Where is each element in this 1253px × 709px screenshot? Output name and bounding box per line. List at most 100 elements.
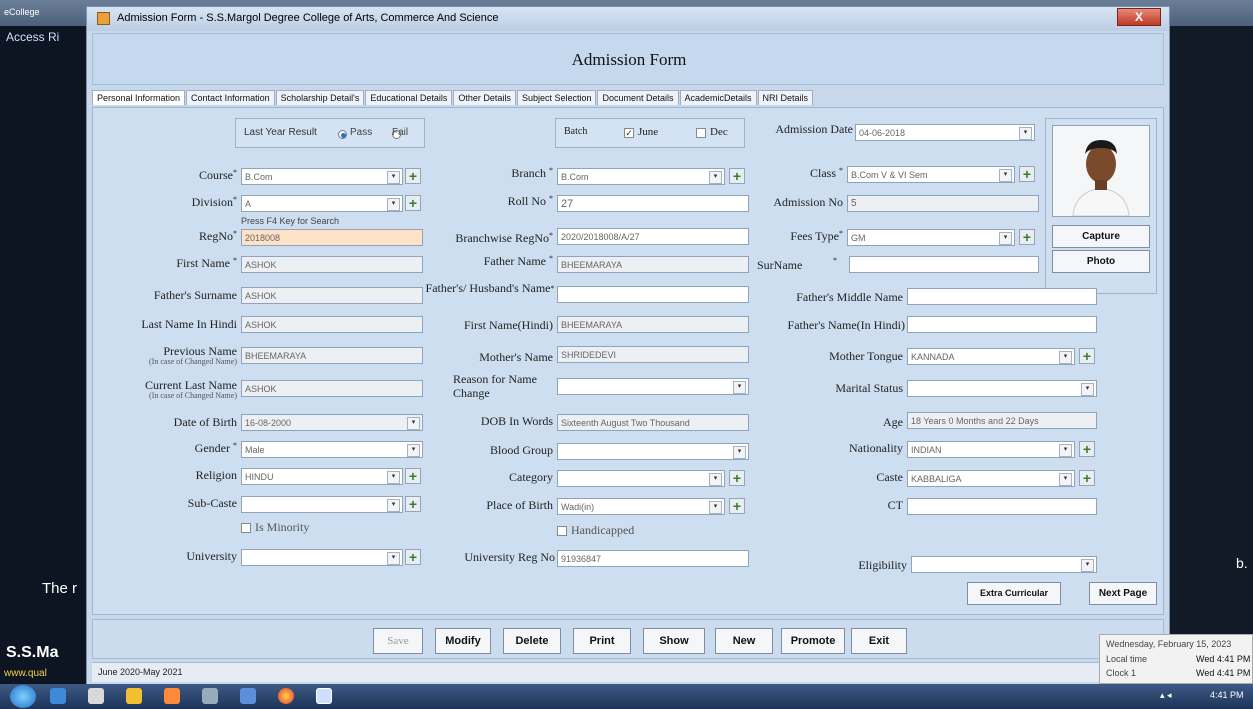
start-button-icon[interactable] [10, 685, 36, 708]
age-input[interactable]: 18 Years 0 Months and 22 Days [907, 412, 1097, 429]
add-university-icon[interactable]: + [405, 549, 421, 565]
admission-date-picker[interactable]: 04-06-2018 ▾ [855, 124, 1035, 141]
first-name-hindi-input[interactable]: BHEEMARAYA [557, 316, 749, 333]
ct-input[interactable] [907, 498, 1097, 515]
add-religion-icon[interactable]: + [405, 468, 421, 484]
batch-label: Batch [564, 126, 588, 137]
add-mother-tongue-icon[interactable]: + [1079, 348, 1095, 364]
fathers-name-hindi-input[interactable] [907, 316, 1097, 333]
modify-button[interactable]: Modify [435, 628, 491, 654]
current-last-name-input[interactable]: ASHOK [241, 380, 423, 397]
mother-tongue-select[interactable]: KANNADA ▾ [907, 348, 1075, 365]
background-text-2: S.S.Ma [6, 644, 59, 661]
new-button[interactable]: New [715, 628, 773, 654]
print-button[interactable]: Print [573, 628, 631, 654]
surname-input[interactable] [849, 256, 1039, 273]
marital-status-select[interactable]: ▾ [907, 380, 1097, 397]
caste-select[interactable]: KABBALIGA ▾ [907, 470, 1075, 487]
branchwise-regno-input[interactable]: 2020/2018008/A/27 [557, 228, 749, 245]
tab-other-details[interactable]: Other Details [453, 90, 516, 105]
close-button[interactable]: X [1117, 8, 1161, 26]
tab-scholarship-detail-s[interactable]: Scholarship Detail's [275, 90, 365, 105]
media-icon[interactable] [126, 688, 142, 704]
app-icon-6[interactable] [240, 688, 256, 704]
eligibility-select[interactable]: ▾ [911, 556, 1097, 573]
father-name-input[interactable]: BHEEMARAYA [557, 256, 749, 273]
exit-button[interactable]: Exit [851, 628, 907, 654]
surname-label: SurName [757, 258, 803, 272]
photo-button[interactable]: Photo [1052, 250, 1150, 273]
next-page-button[interactable]: Next Page [1089, 582, 1157, 605]
husband-name-input[interactable] [557, 286, 749, 303]
category-select[interactable]: ▾ [557, 470, 725, 487]
add-fees-type-icon[interactable]: + [1019, 229, 1035, 245]
ecollege-taskbar-icon[interactable] [316, 688, 332, 704]
blood-group-select[interactable]: ▾ [557, 443, 749, 460]
religion-select[interactable]: HINDU ▾ [241, 468, 403, 485]
roll-no-input[interactable]: 27 [557, 195, 749, 212]
category-label: Category [509, 470, 553, 484]
gender-select[interactable]: Male ▾ [241, 441, 423, 458]
admission-no-input[interactable]: 5 [847, 195, 1039, 212]
promote-button[interactable]: Promote [781, 628, 845, 654]
branch-select[interactable]: B.Com ▾ [557, 168, 725, 185]
save-button[interactable]: Save [373, 628, 423, 654]
show-button[interactable]: Show [643, 628, 705, 654]
add-division-icon[interactable]: + [405, 195, 421, 211]
previous-name-sublabel: (In case of Changed Name) [149, 357, 237, 366]
fees-type-select[interactable]: GM ▾ [847, 229, 1015, 246]
add-nationality-icon[interactable]: + [1079, 441, 1095, 457]
place-of-birth-select[interactable]: Wadi(in) ▾ [557, 498, 725, 515]
father-name-label: Father Name * [483, 254, 553, 268]
delete-button[interactable]: Delete [503, 628, 561, 654]
nationality-select[interactable]: INDIAN ▾ [907, 441, 1075, 458]
tab-document-details[interactable]: Document Details [597, 90, 679, 105]
background-app-tab[interactable]: eCollege [4, 7, 40, 17]
tab-subject-selection[interactable]: Subject Selection [516, 90, 597, 105]
pass-radio[interactable] [338, 129, 347, 139]
dob-words-input[interactable]: Sixteenth August Two Thousand [557, 414, 749, 431]
tab-nri-details[interactable]: NRI Details [757, 90, 814, 105]
ie-icon[interactable] [50, 688, 66, 704]
dob-picker[interactable]: 16-08-2000 ▾ [241, 414, 423, 431]
chrome-icon[interactable] [278, 688, 294, 704]
university-select[interactable]: ▾ [241, 549, 403, 566]
university-reg-no-input[interactable]: 91936847 [557, 550, 749, 567]
add-sub-caste-icon[interactable]: + [405, 496, 421, 512]
class-select[interactable]: B.Com V & VI Sem ▾ [847, 166, 1015, 183]
handicapped-label: Handicapped [571, 523, 635, 537]
reason-name-change-select[interactable]: ▾ [557, 378, 749, 395]
sub-caste-select[interactable]: ▾ [241, 496, 403, 513]
handicapped-checkbox[interactable] [557, 526, 567, 536]
explorer-icon[interactable] [88, 688, 104, 704]
add-course-icon[interactable]: + [405, 168, 421, 184]
previous-name-input[interactable]: BHEEMARAYA [241, 347, 423, 364]
tab-personal-information[interactable]: Personal Information [92, 90, 186, 105]
fathers-surname-input[interactable]: ASHOK [241, 287, 423, 304]
app-icon-5[interactable] [202, 688, 218, 704]
division-select[interactable]: A ▾ [241, 195, 403, 212]
current-last-name-sublabel: (In case of Changed Name) [149, 391, 237, 400]
course-select[interactable]: B.Com ▾ [241, 168, 403, 185]
june-checkbox[interactable]: ✓ [624, 128, 634, 138]
app-icon-4[interactable] [164, 688, 180, 704]
taskbar-clock[interactable]: 4:41 PM [1210, 690, 1244, 700]
dec-checkbox[interactable] [696, 128, 706, 138]
add-caste-icon[interactable]: + [1079, 470, 1095, 486]
regno-input[interactable]: 2018008 [241, 229, 423, 246]
tab-educational-details[interactable]: Educational Details [365, 90, 453, 105]
last-name-hindi-input[interactable]: ASHOK [241, 316, 423, 333]
window-titlebar[interactable]: Admission Form - S.S.Margol Degree Colle… [87, 7, 1169, 31]
add-class-icon[interactable]: + [1019, 166, 1035, 182]
first-name-input[interactable]: ASHOK [241, 256, 423, 273]
fathers-middle-name-input[interactable] [907, 288, 1097, 305]
tab-contact-information[interactable]: Contact Information [186, 90, 275, 105]
capture-button[interactable]: Capture [1052, 225, 1150, 248]
tab-academicdetails[interactable]: AcademicDetails [679, 90, 757, 105]
fathers-name-hindi-label: Father's Name(In Hindi) [787, 318, 905, 332]
tray-icons[interactable]: ▴ ◂ [1160, 690, 1190, 704]
extra-curricular-button[interactable]: Extra Curricular [967, 582, 1061, 605]
mothers-name-input[interactable]: SHRIDEDEVI [557, 346, 749, 363]
is-minority-checkbox[interactable] [241, 523, 251, 533]
dob-label: Date of Birth [173, 415, 237, 429]
